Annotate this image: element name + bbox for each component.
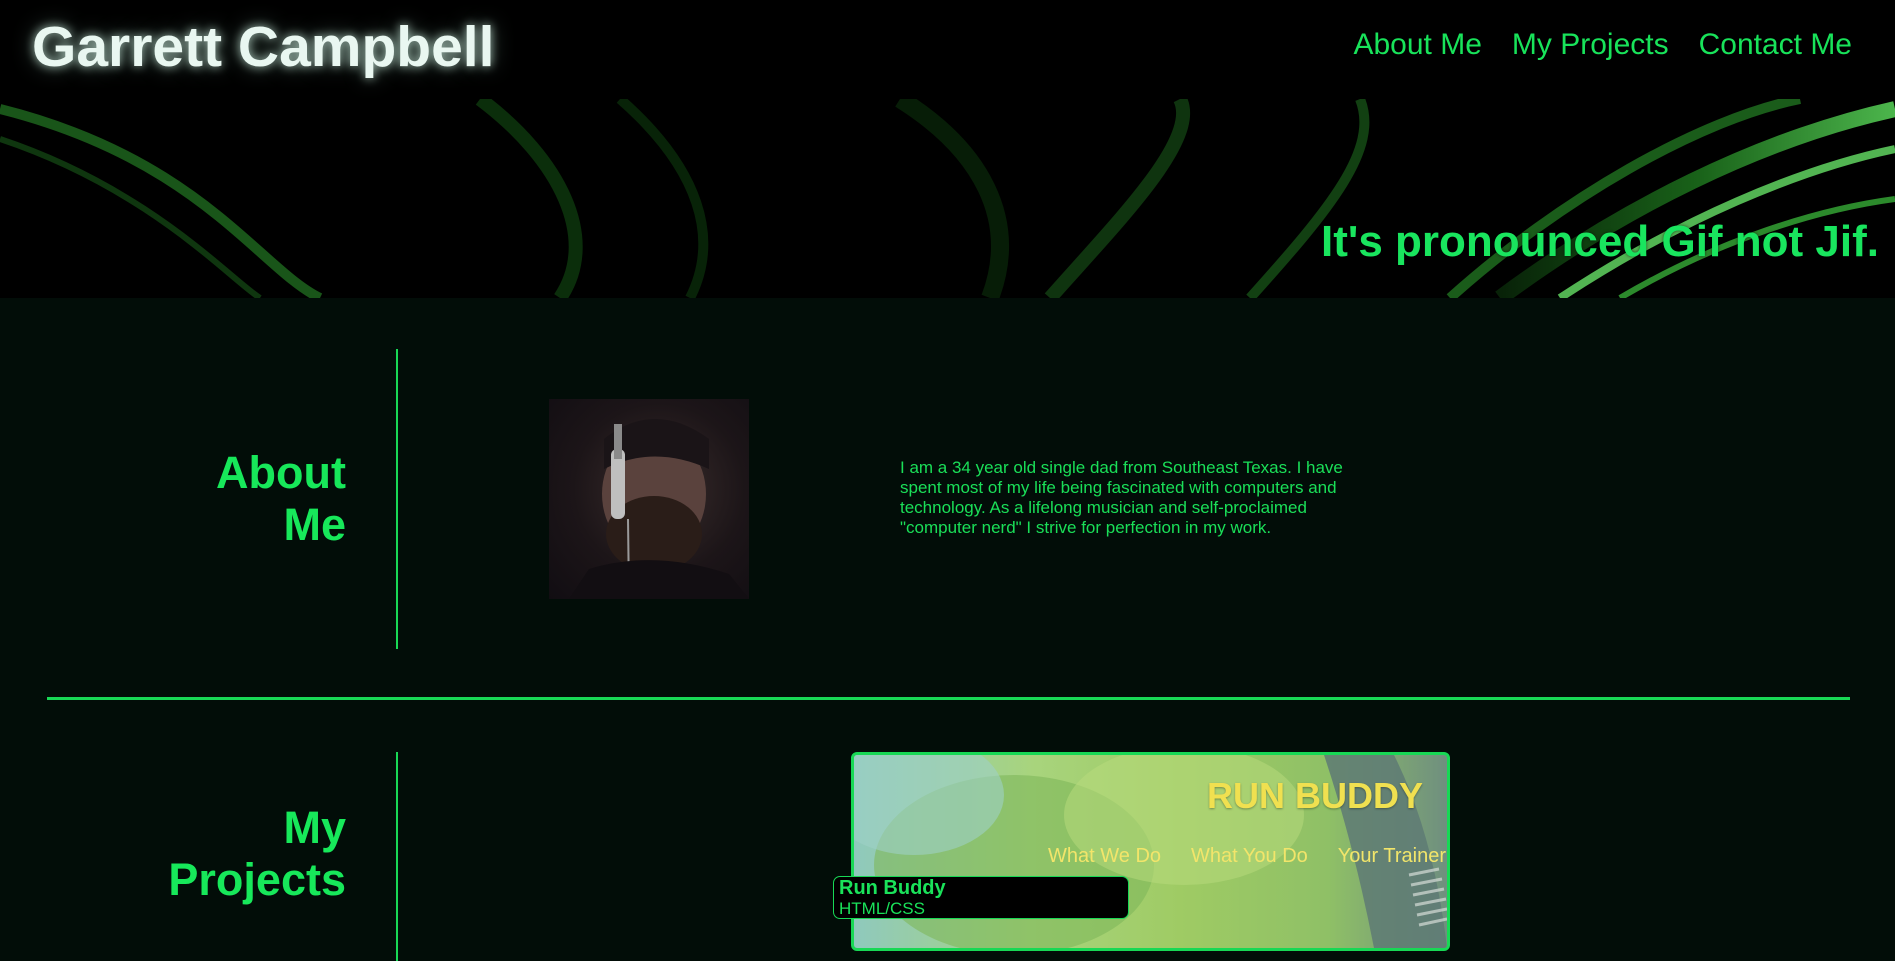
about-heading: About Me [106, 447, 346, 551]
about-heading-line1: About [216, 447, 346, 498]
nav-about-me[interactable]: About Me [1353, 28, 1481, 62]
site-title: Garrett Campbell [32, 15, 495, 79]
project-preview-title: RUN BUDDY [1207, 775, 1423, 816]
hero-banner: It's pronounced Gif not Jif. [0, 99, 1895, 298]
project-preview-nav: What We Do What You Do Your Trainer [1048, 845, 1446, 868]
projects-heading-line2: Projects [168, 854, 346, 905]
project-card-run-buddy[interactable]: RUN BUDDY What We Do What You Do Your Tr… [851, 752, 1450, 951]
about-divider-vertical [396, 349, 398, 649]
hero-light-streaks [0, 99, 1895, 298]
nav-contact-me[interactable]: Contact Me [1699, 28, 1852, 62]
project-tech: HTML/CSS [839, 899, 925, 918]
project-preview-nav-item: What We Do [1048, 845, 1162, 867]
profile-photo [549, 399, 749, 599]
site-header: Garrett Campbell About Me My Projects Co… [0, 0, 1895, 99]
project-name: Run Buddy [839, 877, 946, 899]
projects-heading: My Projects [106, 802, 346, 906]
about-heading-line2: Me [283, 499, 346, 550]
project-preview-nav-item: What You Do [1191, 845, 1308, 867]
hero-tagline: It's pronounced Gif not Jif. [1321, 217, 1879, 266]
nav-my-projects[interactable]: My Projects [1512, 28, 1669, 62]
projects-divider-vertical [396, 752, 398, 961]
profile-photo-illustration [569, 419, 749, 599]
projects-heading-line1: My [283, 802, 346, 853]
project-preview-nav-item: Your Trainer [1337, 845, 1446, 867]
project-label[interactable]: Run Buddy HTML/CSS [833, 876, 1129, 919]
section-divider [47, 697, 1850, 700]
main-nav: About Me My Projects Contact Me [1353, 28, 1852, 62]
about-bio: I am a 34 year old single dad from South… [900, 458, 1343, 537]
